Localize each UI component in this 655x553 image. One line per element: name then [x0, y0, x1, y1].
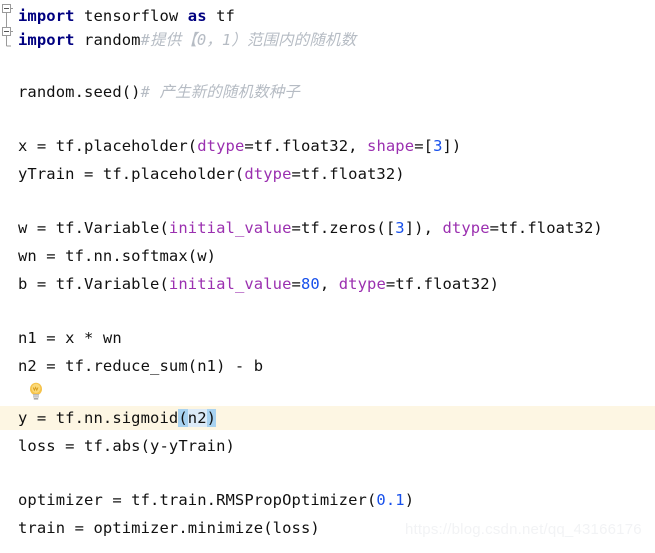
- code-token: initial_value: [168, 275, 292, 293]
- code-line[interactable]: y = tf.nn.sigmoid(n2): [18, 406, 217, 430]
- code-editor-screenshot: import tensorflow as tf import random#提供【…: [0, 0, 655, 553]
- code-line[interactable]: import tensorflow as tf: [18, 4, 235, 28]
- code-token: ): [404, 491, 415, 509]
- code-token: 80: [300, 275, 320, 293]
- code-token: n1 = x * wn: [18, 329, 122, 347]
- code-token: yTrain = tf.placeholder(: [18, 165, 245, 183]
- code-token: ]): [442, 137, 462, 155]
- code-line[interactable]: import random#提供【0，1）范围内的随机数: [18, 28, 356, 52]
- code-line[interactable]: loss = tf.abs(y-yTrain): [18, 434, 235, 458]
- code-token: train = optimizer.minimize(loss): [18, 519, 320, 537]
- code-token: import: [18, 31, 75, 49]
- code-line[interactable]: wn = tf.nn.softmax(w): [18, 244, 216, 268]
- code-token: dtype: [442, 219, 490, 237]
- code-token: =[: [414, 137, 434, 155]
- lightbulb-icon[interactable]: [28, 382, 44, 400]
- code-token: 0.1: [376, 491, 405, 509]
- code-token: =tf.float32,: [244, 137, 368, 155]
- code-token: tensorflow: [74, 7, 188, 25]
- code-token: =tf.float32): [385, 275, 500, 293]
- code-line[interactable]: x = tf.placeholder(dtype=tf.float32, sha…: [18, 134, 461, 158]
- code-token: =tf.float32): [291, 165, 405, 183]
- code-token: (: [178, 409, 188, 427]
- code-line[interactable]: random.seed()# 产生新的随机数种子: [18, 80, 300, 104]
- code-token: initial_value: [168, 219, 292, 237]
- code-token: =tf.zeros([: [291, 219, 396, 237]
- code-token: random: [74, 31, 141, 49]
- code-token: loss = tf.abs(y-yTrain): [18, 437, 235, 455]
- code-token: wn = tf.nn.softmax(w): [18, 247, 217, 265]
- code-line[interactable]: yTrain = tf.placeholder(dtype=tf.float32…: [18, 162, 405, 186]
- code-token: # 产生新的随机数种子: [140, 83, 300, 101]
- code-text-area[interactable]: import tensorflow as tf import random#提供【…: [0, 0, 655, 553]
- code-token: optimizer = tf.train.RMSPropOptimizer(: [18, 491, 377, 509]
- code-line[interactable]: w = tf.Variable(initial_value=tf.zeros([…: [18, 216, 603, 240]
- code-token: w = tf.Variable(: [18, 219, 169, 237]
- code-token: import: [18, 7, 75, 25]
- code-line[interactable]: n2 = tf.reduce_sum(n1) - b: [18, 354, 263, 378]
- code-token: y = tf.nn.sigmoid: [18, 409, 179, 427]
- code-token: dtype: [244, 165, 292, 183]
- code-token: x = tf.placeholder(: [18, 137, 198, 155]
- code-token: n2 = tf.reduce_sum(n1) - b: [18, 357, 264, 375]
- code-token: ]),: [404, 219, 443, 237]
- code-token: random.seed(): [18, 83, 141, 101]
- code-line[interactable]: optimizer = tf.train.RMSPropOptimizer(0.…: [18, 488, 414, 512]
- code-token: 3: [395, 219, 405, 237]
- csdn-watermark: https://blog.csdn.net/qq_43166176: [405, 521, 642, 538]
- code-token: dtype: [338, 275, 386, 293]
- code-line[interactable]: train = optimizer.minimize(loss): [18, 516, 320, 540]
- code-token: as: [187, 7, 207, 25]
- code-token: b = tf.Variable(: [18, 275, 169, 293]
- code-token: 3: [433, 137, 443, 155]
- code-token: tf: [206, 7, 235, 25]
- code-token: #提供【0，1）范围内的随机数: [140, 31, 357, 49]
- code-token: dtype: [197, 137, 245, 155]
- code-token: ,: [319, 275, 339, 293]
- code-token: ): [206, 409, 217, 427]
- code-token: shape: [367, 137, 415, 155]
- code-token: =: [291, 275, 301, 293]
- code-line[interactable]: n1 = x * wn: [18, 326, 122, 350]
- code-token: n2: [187, 409, 207, 427]
- code-token: =tf.float32): [489, 219, 603, 237]
- code-line[interactable]: b = tf.Variable(initial_value=80, dtype=…: [18, 272, 499, 296]
